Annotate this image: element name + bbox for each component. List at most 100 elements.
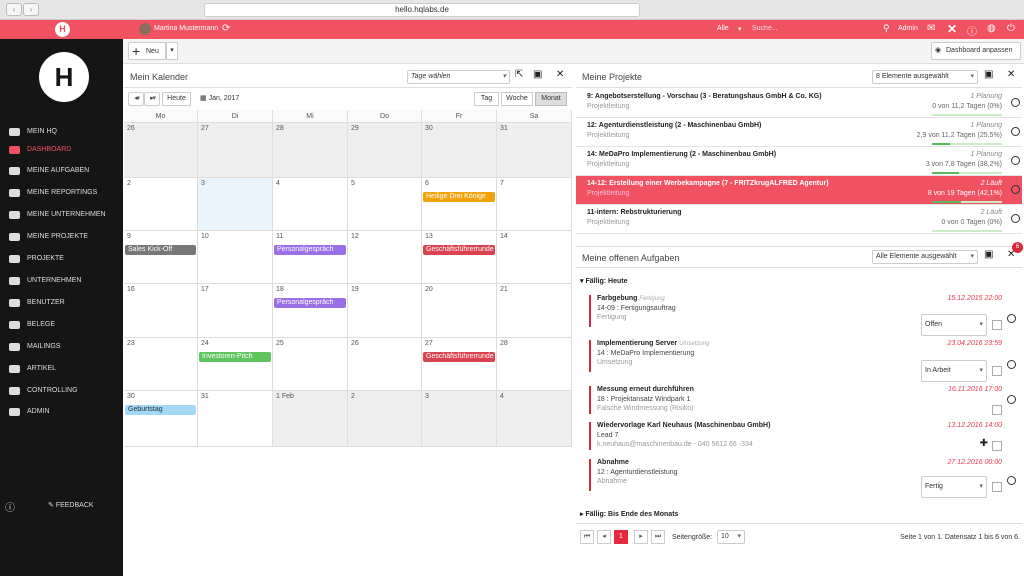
stopwatch-icon[interactable] [1007, 476, 1016, 485]
calendar-day[interactable]: 1 Feb [273, 391, 348, 447]
project-row[interactable]: 11-intern: Rebstrukturierung Projektleitu… [576, 205, 1022, 234]
stopwatch-icon[interactable] [1007, 360, 1016, 369]
calendar-day[interactable]: 3 [198, 178, 273, 231]
calendar-day[interactable]: 12 [348, 231, 422, 284]
calendar-day[interactable]: 5 [348, 178, 422, 231]
calendar-day[interactable]: 9 [124, 231, 198, 284]
project-row[interactable]: 12: Agenturdienstleistung (2 - Maschinen… [576, 118, 1022, 147]
user-name[interactable]: Martina Mustermann [154, 25, 218, 32]
export-icon[interactable]: ⇱ [515, 69, 523, 80]
calendar-day[interactable]: 27 [422, 338, 497, 391]
calendar-day[interactable]: 26 [348, 338, 422, 391]
page-size-select[interactable]: 10 [717, 530, 745, 544]
sidebar-item-mein-hq[interactable]: MEIN HQ [0, 122, 123, 142]
close-x-icon[interactable]: ✕ [947, 22, 957, 36]
task-checkbox[interactable] [992, 405, 1002, 415]
refresh-icon[interactable]: ⟳ [222, 23, 230, 34]
sidebar-item-projekte[interactable]: PROJEKTE [0, 249, 123, 269]
calendar-day[interactable]: 28 [497, 338, 572, 391]
task-status-select[interactable]: In Arbeit [921, 360, 987, 382]
new-dropdown-button[interactable]: ▾ [166, 42, 178, 60]
project-row[interactable]: 14: MeDaPro Implementierung (2 - Maschin… [576, 147, 1022, 176]
calendar-event[interactable]: Personalgespräch [274, 245, 346, 255]
calendar-day[interactable]: 10 [198, 231, 273, 284]
calendar-days-select[interactable]: Tage wählen [407, 70, 510, 84]
calendar-day[interactable]: 2 [348, 391, 422, 447]
calendar-day[interactable]: 2 [124, 178, 198, 231]
calendar-day[interactable]: 31 [497, 123, 572, 178]
info-icon[interactable]: ⓘ [5, 499, 15, 514]
calendar-day[interactable]: 18 [273, 284, 348, 338]
close-icon[interactable]: ✕ [556, 69, 564, 80]
globe-icon[interactable]: ◍ [987, 23, 996, 34]
task-checkbox[interactable] [992, 320, 1002, 330]
task-item[interactable]: Farbgebung Fertigung 15.12.2015 22:00 14-0… [589, 295, 1016, 336]
stopwatch-icon[interactable] [1011, 214, 1020, 223]
task-status-select[interactable]: Fertig [921, 476, 987, 498]
calendar-event[interactable]: Personalgespräch [274, 298, 346, 308]
tasks-select[interactable]: Alle Elemente ausgewählt [872, 250, 978, 264]
calendar-day[interactable]: 14 [497, 231, 572, 284]
sidebar-item-belege[interactable]: BELEGE [0, 315, 123, 335]
forward-button[interactable]: › [23, 3, 39, 16]
task-checkbox[interactable] [992, 482, 1002, 492]
info-icon[interactable]: ⓘ [967, 23, 977, 38]
save-icon[interactable]: ▣ [984, 69, 993, 80]
calendar-day[interactable]: 30 [124, 391, 198, 447]
calendar-event[interactable]: Sales Kick-Off [125, 245, 196, 255]
stopwatch-icon[interactable] [1011, 185, 1020, 194]
task-item[interactable]: Messung erneut durchführen 16.11.2016 17:… [589, 386, 1016, 420]
sidebar-item-unternehmen[interactable]: UNTERNEHMEN [0, 271, 123, 291]
avatar[interactable] [139, 23, 151, 35]
sidebar-item-benutzer[interactable]: BENUTZER [0, 293, 123, 313]
sidebar-item-admin[interactable]: ADMIN [0, 402, 123, 422]
stopwatch-icon[interactable] [1011, 127, 1020, 136]
sidebar-item-meine-unternehmen[interactable]: MEINE UNTERNEHMEN [0, 205, 123, 225]
next-month-button[interactable]: ▸ [144, 92, 160, 106]
calendar-day[interactable]: 17 [198, 284, 273, 338]
calendar-day[interactable]: 30 [422, 123, 497, 178]
calendar-day[interactable]: 11 [273, 231, 348, 284]
calendar-day[interactable]: 4 [497, 391, 572, 447]
stopwatch-icon[interactable] [1011, 156, 1020, 165]
sidebar-item-mailings[interactable]: MAILINGS [0, 337, 123, 357]
calendar-event[interactable]: Geburtstag [125, 405, 196, 415]
power-icon[interactable]: ⏻ [1007, 23, 1015, 34]
stopwatch-icon[interactable] [1011, 98, 1020, 107]
calendar-day[interactable]: 16 [124, 284, 198, 338]
url-bar[interactable]: hello.hqlabs.de [204, 3, 640, 17]
view-day-button[interactable]: Tag [474, 92, 499, 106]
stopwatch-icon[interactable] [1007, 395, 1016, 404]
first-page-button[interactable]: ⏮ [580, 530, 594, 544]
search-input[interactable]: Suche... [752, 25, 778, 32]
task-item[interactable]: Wiedervorlage Karl Neuhaus (Maschinenbau… [589, 422, 1016, 456]
calendar-day[interactable]: 13 [422, 231, 497, 284]
calendar-day[interactable]: 24 [198, 338, 273, 391]
view-month-button[interactable]: Monat [535, 92, 567, 106]
calendar-day[interactable]: 6 [422, 178, 497, 231]
prev-page-button[interactable]: ◂ [597, 530, 611, 544]
task-checkbox[interactable] [992, 441, 1002, 451]
last-page-button[interactable]: ⏭ [651, 530, 665, 544]
task-item[interactable]: Abnahme 27.12.2016 00:00 12 : Agenturdiens… [589, 459, 1016, 498]
projects-select[interactable]: 8 Elemente ausgewählt [872, 70, 978, 84]
calendar-day[interactable]: 28 [273, 123, 348, 178]
logo[interactable]: H [39, 52, 89, 102]
sidebar-item-meine-projekte[interactable]: MEINE PROJEKTE [0, 227, 123, 247]
calendar-day[interactable]: 25 [273, 338, 348, 391]
sidebar-item-controlling[interactable]: CONTROLLING [0, 381, 123, 401]
stopwatch-icon[interactable] [1007, 314, 1016, 323]
today-button[interactable]: Heute [162, 92, 191, 106]
dashboard-customize-button[interactable]: ◉ Dashboard anpassen [931, 42, 1021, 60]
logo-icon[interactable]: H [55, 22, 70, 37]
calendar-day[interactable]: 31 [198, 391, 273, 447]
calendar-day[interactable]: 4 [273, 178, 348, 231]
search-filter[interactable]: Alle [717, 25, 729, 32]
task-item[interactable]: Implementierung Server Umsetzung 23.04.20… [589, 340, 1016, 382]
calendar-event[interactable]: Heilige Drei Könige [423, 192, 495, 202]
new-button[interactable]: + Neu [128, 42, 166, 60]
calendar-event[interactable]: Geschäftsführerrunde [423, 352, 495, 362]
calendar-day[interactable]: 21 [497, 284, 572, 338]
group-month[interactable]: ▸ Fällig: Bis Ende des Monats [580, 510, 678, 518]
sidebar-item-artikel[interactable]: ARTIKEL [0, 359, 123, 379]
